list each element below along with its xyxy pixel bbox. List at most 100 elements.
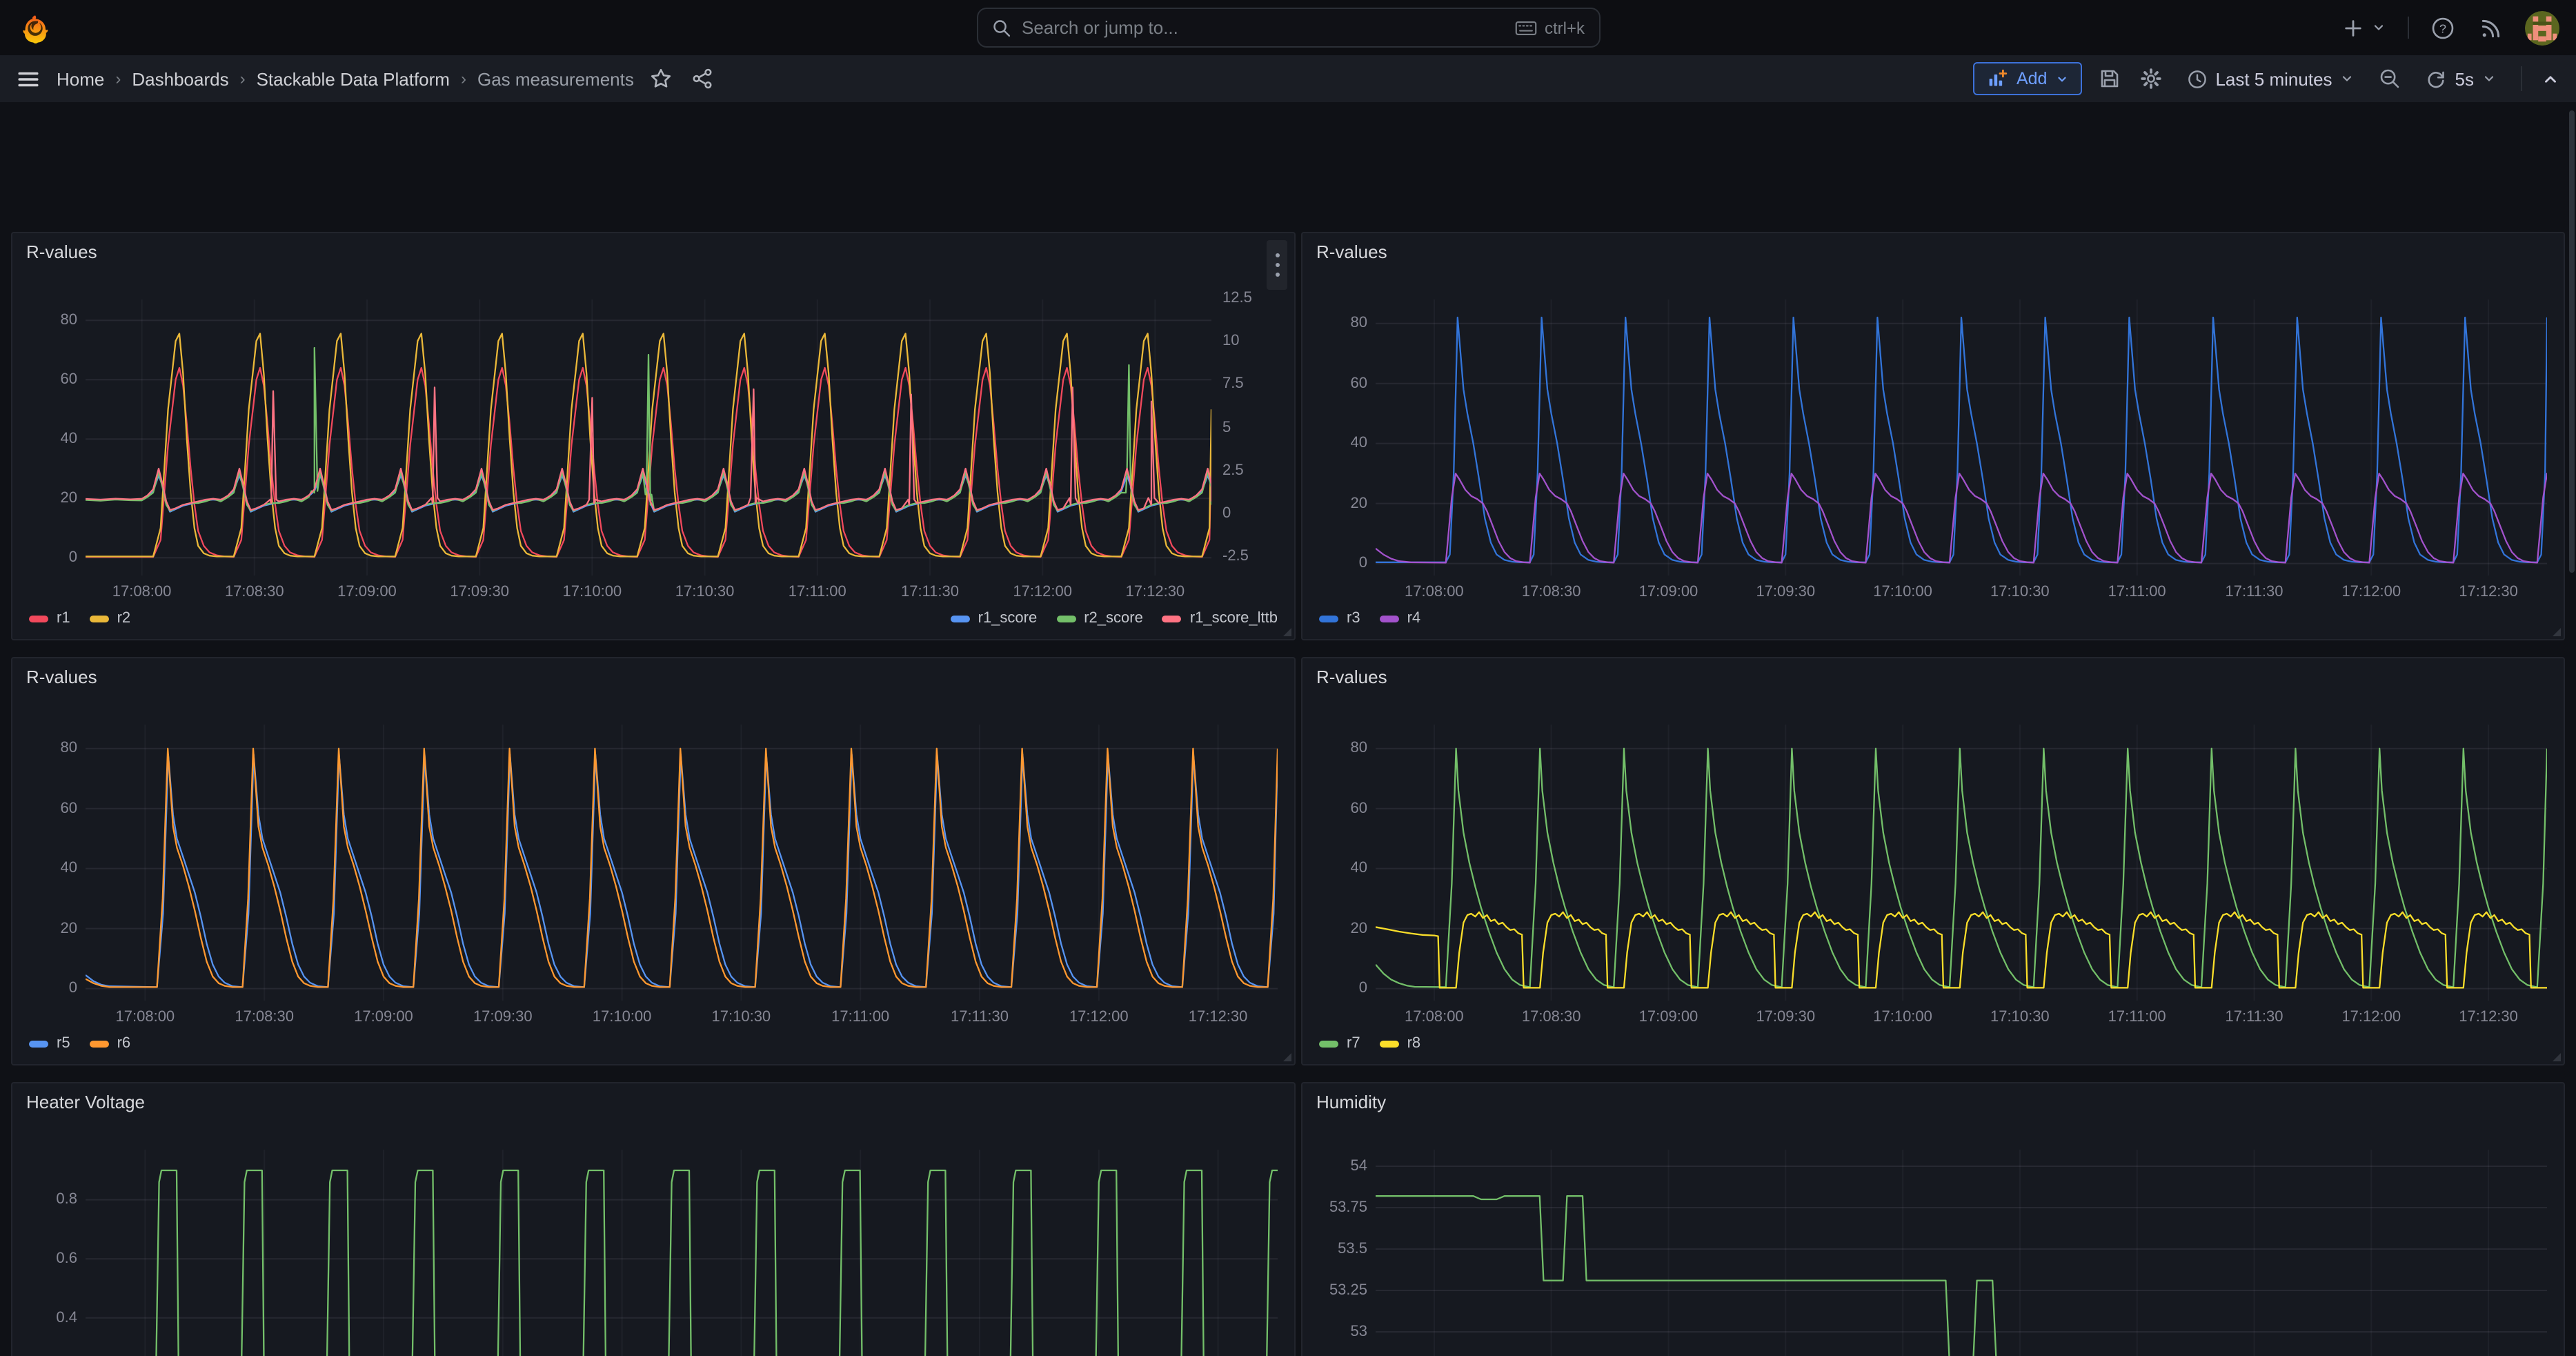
legend-label: r6 (117, 1035, 131, 1052)
time-range-picker[interactable]: Last 5 minutes (2178, 67, 2362, 90)
panel-title[interactable]: Heater Voltage (26, 1092, 145, 1112)
panel-title[interactable]: R-values (26, 242, 97, 262)
chart-plot-area[interactable] (1376, 299, 2547, 576)
legend-label: r1 (57, 610, 70, 627)
y-axis-tick-label: 20 (1307, 494, 1367, 513)
panel: Heater Voltage heatervoltage 0.20.40.60.… (11, 1082, 1296, 1356)
refresh-picker[interactable]: 5s (2418, 67, 2504, 90)
gear-icon (2139, 68, 2161, 90)
legend-label: r2_score (1084, 610, 1143, 627)
toolbar-divider (2521, 66, 2522, 91)
breadcrumb-separator: › (461, 69, 466, 88)
breadcrumb-dashboards[interactable]: Dashboards (132, 68, 228, 89)
legend-label: r8 (1407, 1035, 1421, 1052)
share-button[interactable] (689, 65, 717, 92)
chart-plot-area[interactable] (1376, 725, 2547, 1001)
breadcrumb-separator: › (115, 69, 121, 88)
right-y-axis-tick-label: 2.5 (1222, 461, 1244, 480)
dashboard-settings-button[interactable] (2137, 65, 2164, 92)
collapse-toolbar-button[interactable] (2539, 67, 2562, 90)
add-panel-button[interactable]: Add (1974, 62, 2082, 95)
y-axis-tick-label: 60 (17, 799, 77, 818)
legend-swatch (1380, 1040, 1399, 1047)
panel: Humidity humidity 52.755353.2553.553.755… (1301, 1082, 2565, 1356)
panel-resize-handle[interactable] (1283, 1053, 1291, 1061)
breadcrumb-home[interactable]: Home (57, 68, 104, 89)
x-axis-tick-label: 17:12:30 (2444, 1009, 2533, 1025)
avatar[interactable] (2525, 10, 2559, 45)
x-axis-tick-label: 17:12:00 (2327, 584, 2415, 600)
share-icon (692, 68, 714, 90)
x-axis-tick-label: 17:09:30 (435, 584, 524, 600)
grafana-logo[interactable] (19, 12, 51, 43)
y-axis-tick-label: 20 (17, 919, 77, 939)
panel-title[interactable]: R-values (1316, 242, 1387, 262)
search-input[interactable]: Search or jump to... ctrl+k (976, 8, 1600, 48)
dashboard-toolbar: Home › Dashboards › Stackable Data Platf… (0, 55, 2576, 102)
keyboard-icon (1516, 19, 1538, 36)
chart-plot-area[interactable] (1376, 1150, 2547, 1356)
y-axis-tick-label: 20 (17, 489, 77, 508)
news-button[interactable] (2477, 13, 2506, 42)
x-axis-tick-label: 17:09:30 (1741, 1009, 1830, 1025)
panel-title[interactable]: R-values (1316, 667, 1387, 687)
legend-item-r5[interactable]: r5 (29, 1035, 70, 1052)
right-y-axis-tick-label: -2.5 (1222, 547, 1249, 567)
legend-item-r8[interactable]: r8 (1380, 1035, 1421, 1052)
x-axis-tick-label: 17:11:30 (886, 584, 974, 600)
panel-title[interactable]: R-values (26, 667, 97, 687)
help-button[interactable]: ? (2428, 13, 2457, 42)
x-axis-tick-label: 17:10:30 (697, 1009, 785, 1025)
new-menu-button[interactable] (2340, 14, 2388, 41)
panel-title[interactable]: Humidity (1316, 1092, 1386, 1112)
chevron-up-icon (2542, 70, 2559, 88)
legend-item-r3[interactable]: r3 (1319, 610, 1360, 627)
y-axis-tick-label: 40 (17, 859, 77, 878)
chart-plot-area[interactable] (86, 299, 1211, 576)
x-axis-tick-label: 17:12:00 (1055, 1009, 1143, 1025)
x-axis-tick-label: 17:12:30 (2444, 584, 2533, 600)
avatar-image (2525, 10, 2559, 45)
legend-item-r1_score_lttb[interactable]: r1_score_lttb (1162, 610, 1278, 627)
panel-legend: r7 r8 (1319, 1035, 2547, 1052)
legend-item-r7[interactable]: r7 (1319, 1035, 1360, 1052)
y-axis-tick-label: 53.25 (1307, 1281, 1367, 1300)
panel-menu-icon[interactable] (1267, 240, 1287, 290)
chart-plot-area[interactable] (86, 1150, 1278, 1356)
add-button-label: Add (2017, 69, 2048, 88)
panel: R-values r7r8 02040608017:08:0017:08:301… (1301, 657, 2565, 1065)
x-axis-tick-label: 17:12:00 (998, 584, 1087, 600)
x-axis-tick-label: 17:11:00 (773, 584, 862, 600)
breadcrumb-folder[interactable]: Stackable Data Platform (257, 68, 450, 89)
panel-legend: r1 r2 r1_score r2_score r1_score_lttb (29, 610, 1278, 627)
legend-item-r1[interactable]: r1 (29, 610, 70, 627)
x-axis-tick-label: 17:08:00 (1390, 584, 1478, 600)
chart-plot-area[interactable] (86, 725, 1278, 1001)
panel-resize-handle[interactable] (2553, 628, 2561, 636)
legend-swatch (1162, 615, 1182, 622)
x-axis-tick-label: 17:08:00 (98, 584, 186, 600)
mega-menu-button[interactable] (14, 64, 43, 93)
dashboard-canvas: R-values r1 r2 r1_score r2_score r1_score_lt… (0, 102, 2576, 1356)
panel-resize-handle[interactable] (2553, 1053, 2561, 1061)
x-axis-tick-label: 17:11:30 (2210, 1009, 2299, 1025)
legend-item-r6[interactable]: r6 (90, 1035, 131, 1052)
legend-item-r1_score[interactable]: r1_score (951, 610, 1038, 627)
right-y-axis-tick-label: 7.5 (1222, 375, 1244, 394)
x-axis-tick-label: 17:10:00 (548, 584, 636, 600)
search-icon (991, 18, 1011, 37)
save-dashboard-button[interactable] (2095, 65, 2123, 92)
grafana-flame-icon (19, 12, 51, 43)
chevron-down-icon (2369, 18, 2388, 37)
legend-item-r4[interactable]: r4 (1380, 610, 1421, 627)
legend-item-r2[interactable]: r2 (90, 610, 131, 627)
legend-item-r2_score[interactable]: r2_score (1056, 610, 1143, 627)
breadcrumb-separator: › (240, 69, 246, 88)
panel-resize-handle[interactable] (1283, 628, 1291, 636)
x-axis-tick-label: 17:08:00 (1390, 1009, 1478, 1025)
favorite-button[interactable] (648, 65, 675, 92)
x-axis-tick-label: 17:10:00 (1859, 1009, 1947, 1025)
y-axis-tick-label: 20 (1307, 919, 1367, 939)
scrollbar-thumb[interactable] (2569, 110, 2575, 573)
zoom-out-button[interactable] (2377, 65, 2404, 92)
